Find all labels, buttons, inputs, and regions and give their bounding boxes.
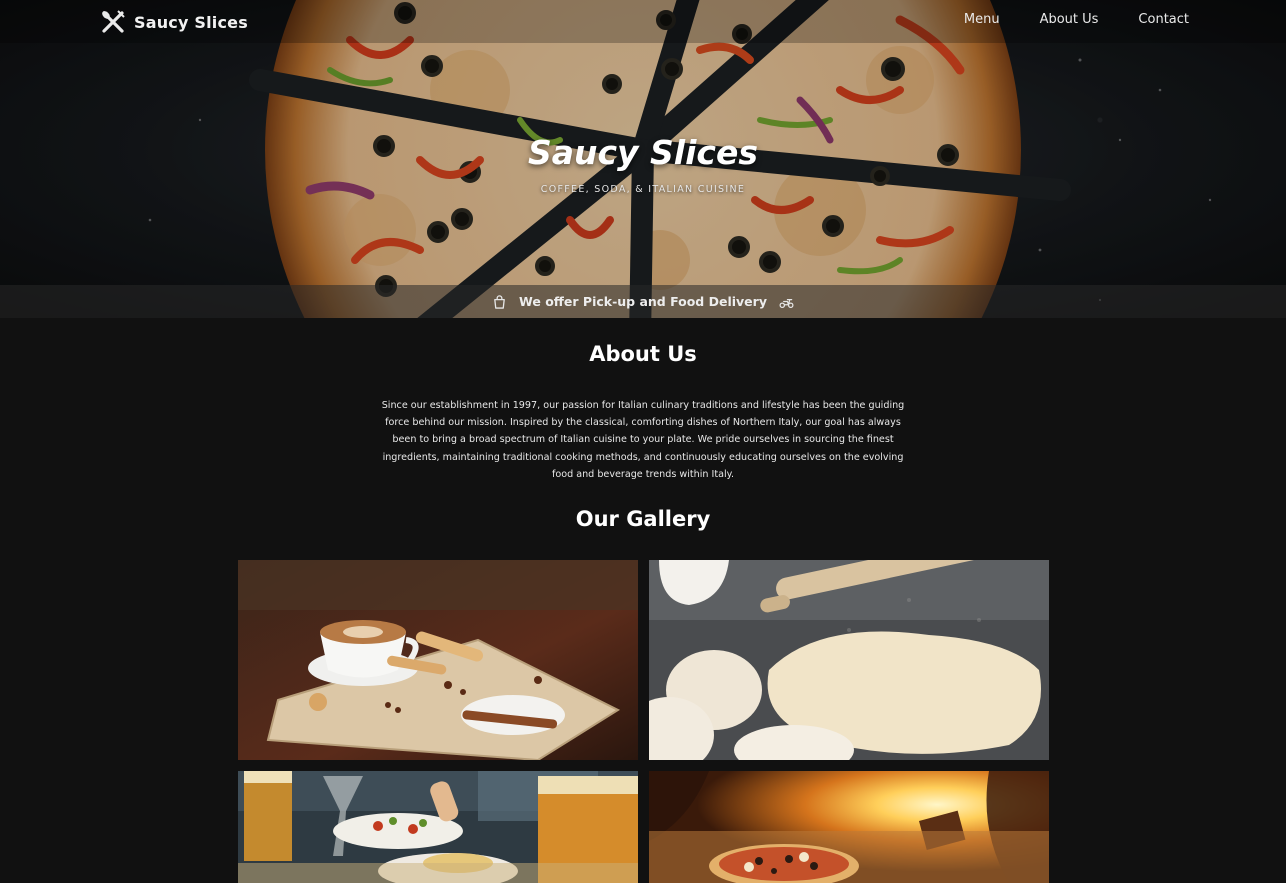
brand-logo-link[interactable]: Saucy Slices — [100, 8, 248, 36]
about-us-heading: About Us — [589, 342, 697, 366]
gallery-image-wood-fired-oven[interactable] — [649, 771, 1049, 883]
nav-links: Menu About Us Contact — [964, 12, 1189, 27]
gallery-image-cappuccino[interactable] — [238, 560, 638, 760]
nav-link-menu[interactable]: Menu — [964, 12, 1000, 27]
nav-link-contact[interactable]: Contact — [1138, 12, 1189, 27]
nav-link-about-us[interactable]: About Us — [1040, 12, 1099, 27]
delivery-banner: We offer Pick-up and Food Delivery — [0, 285, 1286, 318]
gallery-image-beers-and-appetizers[interactable] — [238, 771, 638, 883]
gallery-image-pizza-dough[interactable] — [649, 560, 1049, 760]
gallery-heading: Our Gallery — [575, 507, 711, 531]
hero-title: Saucy Slices — [527, 133, 759, 172]
fork-knife-crossed-icon — [102, 10, 125, 33]
brand-name: Saucy Slices — [134, 12, 248, 32]
delivery-banner-text: We offer Pick-up and Food Delivery — [519, 294, 767, 309]
hero-banner: Saucy Slices Menu About Us Contact Saucy… — [0, 0, 1286, 318]
about-us-paragraph: Since our establishment in 1997, our pas… — [381, 400, 905, 480]
top-navbar: Saucy Slices Menu About Us Contact — [0, 0, 1286, 43]
scooter-icon — [779, 299, 794, 309]
shopping-bag-icon — [494, 295, 505, 309]
hero-subtitle: COFFEE, SODA, & ITALIAN CUISINE — [540, 184, 746, 195]
